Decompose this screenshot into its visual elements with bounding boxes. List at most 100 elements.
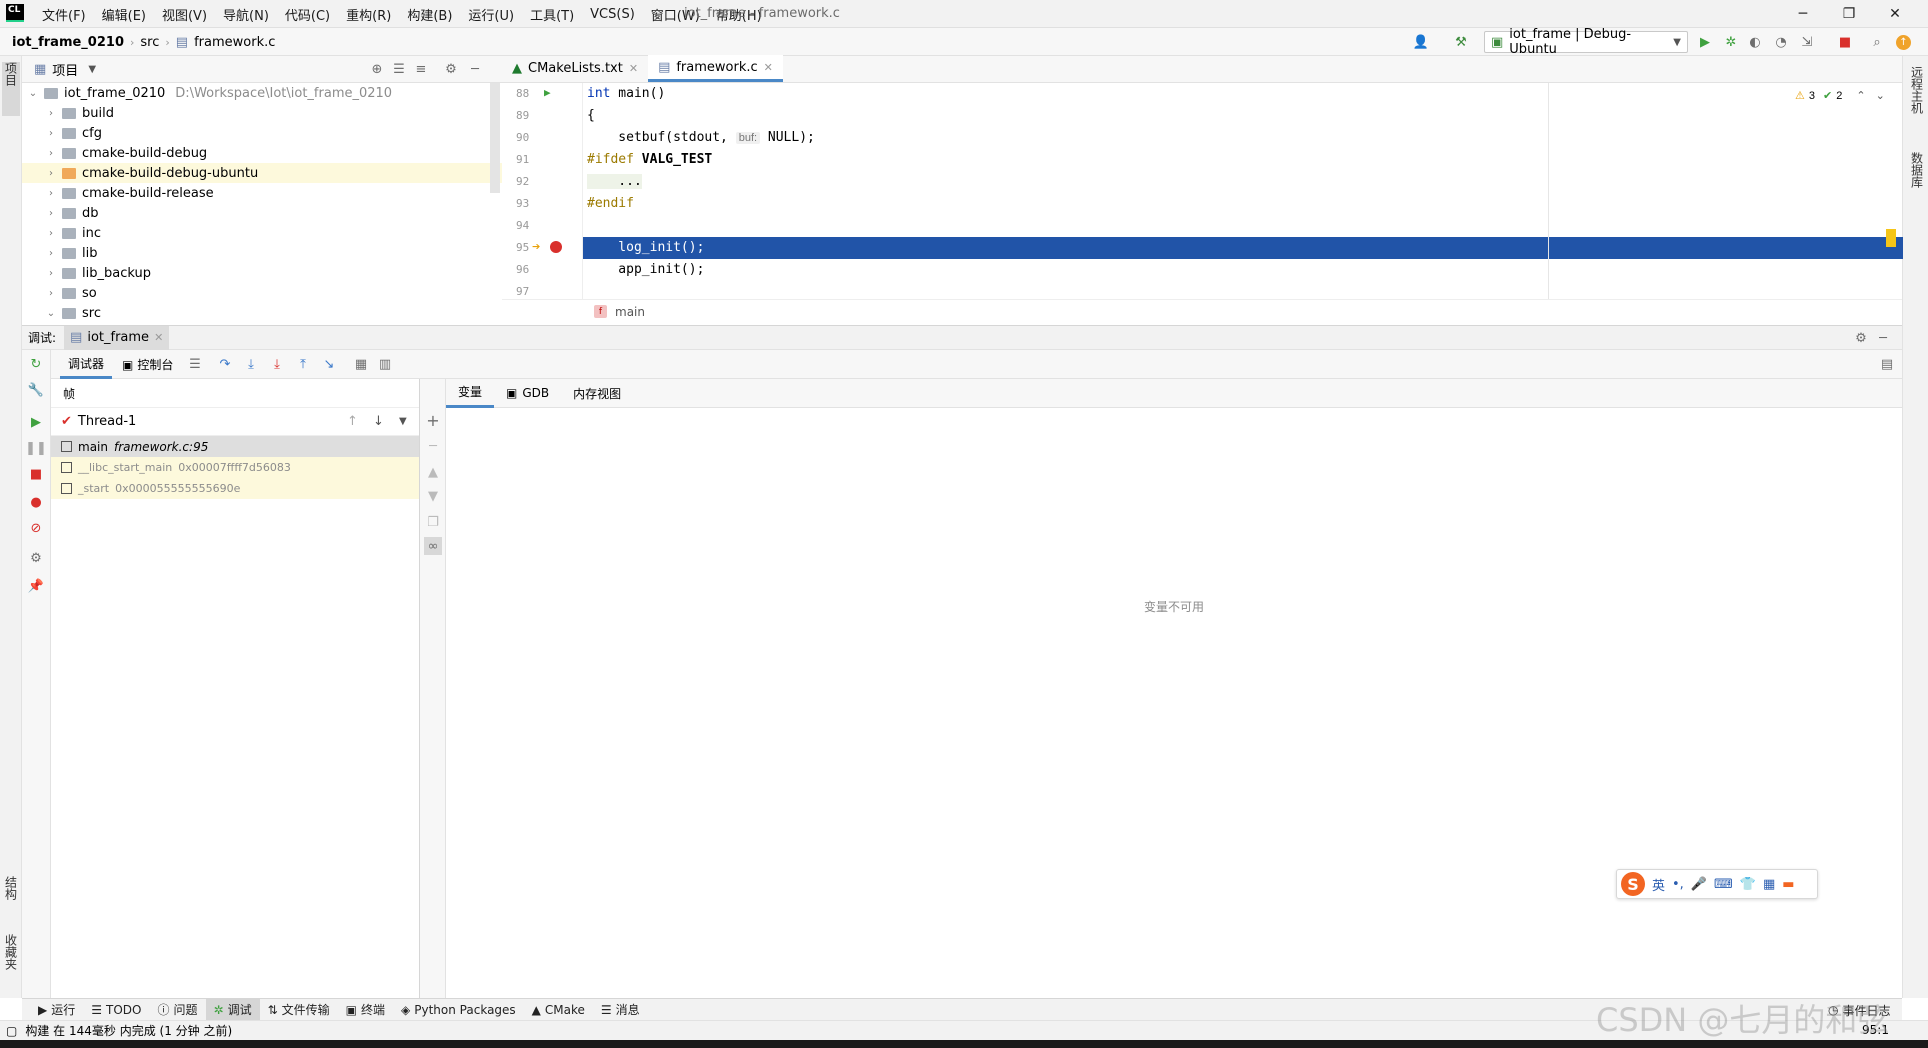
remote-host-tab[interactable]: 远程主机 bbox=[1908, 66, 1926, 146]
menu-code[interactable]: 代码(C) bbox=[277, 5, 338, 24]
chevron-down-icon[interactable]: ▼ bbox=[88, 64, 96, 75]
layout-icon[interactable]: ▥ bbox=[376, 355, 394, 373]
tool-messages[interactable]: ☰ 消息 bbox=[593, 999, 648, 1021]
tree-item-src[interactable]: ⌄ src bbox=[22, 303, 502, 323]
gear-icon[interactable]: ⚙ bbox=[442, 60, 460, 78]
mute-breakpoints-icon[interactable]: ⊘ bbox=[27, 519, 45, 537]
chevron-down-icon[interactable]: ▼ bbox=[399, 416, 407, 427]
glasses-icon[interactable]: ∞ bbox=[424, 537, 442, 555]
project-scrollbar[interactable] bbox=[490, 83, 500, 193]
breadcrumb-function[interactable]: main bbox=[615, 305, 645, 319]
debug-icon[interactable]: ✲ bbox=[1722, 33, 1740, 51]
menu-build[interactable]: 构建(B) bbox=[399, 5, 460, 24]
arrow-down-icon[interactable]: ↓ bbox=[373, 414, 384, 429]
run-icon[interactable]: ▶ bbox=[1696, 33, 1714, 51]
project-panel-title[interactable]: 项目 bbox=[52, 60, 78, 79]
tool-terminal[interactable]: ▣ 终端 bbox=[338, 999, 393, 1021]
pause-icon[interactable]: ❚❚ bbox=[25, 439, 47, 457]
evaluate-icon[interactable]: ▦ bbox=[352, 355, 370, 373]
hammer-icon[interactable]: ⚒ bbox=[1452, 33, 1470, 51]
close-button[interactable]: ✕ bbox=[1872, 0, 1918, 28]
tool-run[interactable]: ▶ 运行 bbox=[30, 999, 83, 1021]
remove-watch-icon[interactable]: ─ bbox=[424, 437, 442, 455]
code-editor[interactable]: int main() { setbuf(stdout, buf: NULL); … bbox=[582, 83, 1903, 299]
keyboard-icon[interactable]: ⌨ bbox=[1714, 877, 1733, 892]
restore-button[interactable]: ❐ bbox=[1826, 0, 1872, 28]
rerun-icon[interactable]: ↻ bbox=[27, 355, 45, 373]
run-to-cursor-icon[interactable]: ↘ bbox=[320, 355, 338, 373]
add-watch-icon[interactable]: + bbox=[424, 411, 442, 430]
microphone-icon[interactable]: 🎤 bbox=[1691, 877, 1707, 892]
stop-icon[interactable]: ■ bbox=[27, 465, 45, 483]
menu-edit[interactable]: 编辑(E) bbox=[94, 5, 154, 24]
crumb-file[interactable]: framework.c bbox=[194, 35, 275, 50]
menu-refactor[interactable]: 重构(R) bbox=[338, 5, 399, 24]
folded-region[interactable]: ... bbox=[587, 174, 642, 189]
structure-tool-tab[interactable]: 结构 bbox=[2, 876, 20, 920]
tool-todo[interactable]: ☰ TODO bbox=[83, 999, 149, 1021]
user-icon[interactable]: 👤 bbox=[1412, 33, 1430, 51]
step-out-icon[interactable]: ⤒ bbox=[294, 355, 312, 373]
project-tool-tab[interactable]: 项目 bbox=[2, 62, 20, 116]
menu-lines-icon[interactable]: ☰ bbox=[186, 355, 204, 373]
tab-debugger[interactable]: 调试器 bbox=[60, 350, 113, 379]
tab-gdb[interactable]: ▣ GDB bbox=[494, 379, 561, 408]
profile-icon[interactable]: ◔ bbox=[1772, 33, 1790, 51]
bookmarks-tool-tab[interactable]: 收藏夹 bbox=[2, 934, 20, 990]
status-toggle-icon[interactable]: ▢ bbox=[6, 1024, 17, 1038]
coverage-icon[interactable]: ◐ bbox=[1746, 33, 1764, 51]
tree-item-cmake-build-release[interactable]: › cmake-build-release bbox=[22, 183, 502, 203]
resume-icon[interactable]: ▶ bbox=[27, 413, 45, 431]
toolbox-icon[interactable]: ▬ bbox=[1782, 877, 1794, 892]
close-icon[interactable]: ✕ bbox=[154, 331, 163, 344]
skin-icon[interactable]: 👕 bbox=[1740, 877, 1756, 892]
menu-tools[interactable]: 工具(T) bbox=[522, 5, 582, 24]
tree-item-cmake-build-debug[interactable]: › cmake-build-debug bbox=[22, 143, 502, 163]
run-gutter-icon[interactable]: ▶ bbox=[544, 86, 551, 99]
chevron-up-icon[interactable]: ⌃ bbox=[1856, 89, 1865, 102]
tree-root[interactable]: ⌄ iot_frame_0210 D:\Workspace\Iot\iot_fr… bbox=[22, 83, 502, 103]
menu-view[interactable]: 视图(V) bbox=[154, 5, 215, 24]
search-icon[interactable]: ⌕ bbox=[1868, 33, 1886, 51]
tab-framework-c[interactable]: ▤ framework.c ✕ bbox=[648, 55, 783, 82]
hide-icon[interactable]: ─ bbox=[1874, 329, 1892, 347]
minimize-button[interactable]: ─ bbox=[1780, 0, 1826, 28]
breakpoint-icon[interactable] bbox=[550, 241, 562, 253]
stop-icon[interactable]: ■ bbox=[1836, 33, 1854, 51]
tool-debug[interactable]: ✲ 调试 bbox=[205, 998, 260, 1021]
tool-problems[interactable]: ⓘ 问题 bbox=[149, 999, 205, 1021]
wrench-icon[interactable]: 🔧 bbox=[27, 381, 45, 399]
ime-language[interactable]: 英 bbox=[1652, 875, 1665, 894]
tree-item-lib-backup[interactable]: › lib_backup bbox=[22, 263, 502, 283]
gear-icon[interactable]: ⚙ bbox=[27, 549, 45, 567]
move-up-icon[interactable]: ▲ bbox=[424, 463, 442, 481]
close-icon[interactable]: ✕ bbox=[764, 61, 773, 74]
editor-gutter[interactable]: 88 ▶ 89 90 91 92 93 94 95 ➔ 96 97 bbox=[502, 83, 582, 299]
move-down-icon[interactable]: ▼ bbox=[424, 487, 442, 505]
tree-item-lib[interactable]: › lib bbox=[22, 243, 502, 263]
database-tab[interactable]: 数据库 bbox=[1908, 152, 1926, 212]
stack-frame[interactable]: __libc_start_main 0x00007ffff7d56083 bbox=[51, 457, 419, 478]
locate-icon[interactable]: ⊕ bbox=[368, 60, 386, 78]
tree-item-db[interactable]: › db bbox=[22, 203, 502, 223]
tab-debug-session[interactable]: ▤ iot_frame ✕ bbox=[64, 325, 170, 350]
step-into-icon[interactable]: ⤓ bbox=[242, 355, 260, 373]
stack-frame[interactable]: main framework.c:95 bbox=[51, 436, 419, 457]
ime-punctuation[interactable]: •, bbox=[1672, 877, 1684, 892]
tab-cmakelists[interactable]: ▲ CMakeLists.txt ✕ bbox=[502, 55, 648, 82]
arrow-up-icon[interactable]: ↑ bbox=[347, 414, 358, 429]
tab-console[interactable]: ▣ 控制台 bbox=[122, 350, 173, 379]
tree-item-build[interactable]: › build bbox=[22, 103, 502, 123]
gear-icon[interactable]: ⚙ bbox=[1852, 329, 1870, 347]
pin-icon[interactable]: 📌 bbox=[27, 577, 45, 595]
copy-icon[interactable]: ❐ bbox=[424, 513, 442, 531]
force-step-into-icon[interactable]: ⤓ bbox=[268, 355, 286, 373]
tree-item-cmake-build-debug-ubuntu[interactable]: › cmake-build-debug-ubuntu bbox=[22, 163, 502, 183]
chevron-down-icon[interactable]: ⌄ bbox=[1876, 89, 1885, 102]
tab-variables[interactable]: 变量 bbox=[446, 379, 495, 408]
step-over-icon[interactable]: ↷ bbox=[216, 355, 234, 373]
menu-vcs[interactable]: VCS(S) bbox=[582, 7, 643, 22]
attach-icon[interactable]: ⇲ bbox=[1798, 33, 1816, 51]
restore-layout-icon[interactable]: ▤ bbox=[1878, 355, 1896, 373]
tool-file-transfer[interactable]: ⇅ 文件传输 bbox=[260, 999, 338, 1021]
